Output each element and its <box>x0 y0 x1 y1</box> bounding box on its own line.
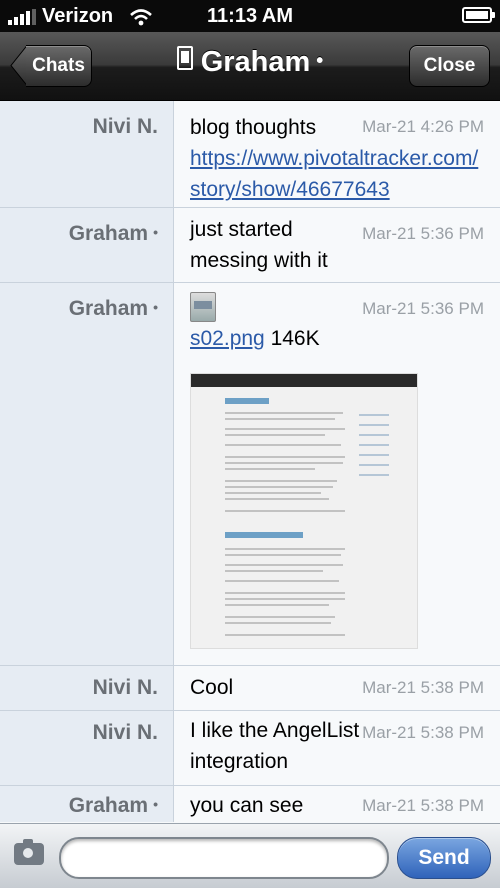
thumbnail-line <box>225 592 345 594</box>
message-row: Graham • Mar-21 5:36 PM just started mess… <box>0 208 500 283</box>
thumbnail-line <box>225 616 335 618</box>
message-time: Mar-21 5:38 PM <box>362 678 484 697</box>
attachment-line: s02.png 146K <box>190 323 490 354</box>
thumbnail-line <box>225 554 341 556</box>
presence-dot-icon: • <box>316 50 324 72</box>
message-time: Mar-21 4:26 PM <box>362 117 484 136</box>
thumbnail-line <box>225 580 339 582</box>
message-input[interactable] <box>59 837 389 879</box>
image-file-icon <box>190 292 216 322</box>
message-row: Nivi N. Mar-21 4:26 PM blog thoughts htt… <box>0 101 500 208</box>
thumbnail-line <box>225 492 321 494</box>
attachment-thumbnail[interactable] <box>190 373 418 649</box>
message-text: I like the AngelList integration <box>190 719 360 773</box>
send-button[interactable]: Send <box>397 837 491 879</box>
close-button[interactable]: Close <box>409 45 490 87</box>
message-time: Mar-21 5:36 PM <box>362 224 484 243</box>
thumbnail-heading <box>225 398 269 404</box>
presence-dot-icon: • <box>153 796 158 812</box>
battery-icon <box>462 7 495 23</box>
contact-name: Graham <box>200 46 311 78</box>
chat-transcript[interactable]: Nivi N. Mar-21 4:26 PM blog thoughts htt… <box>0 101 500 822</box>
message-row: Graham • Mar-21 5:36 PM s02.png 146K <box>0 283 500 666</box>
message-sender: Graham • <box>0 794 158 818</box>
compose-bar: Send <box>0 823 500 888</box>
thumbnail-heading <box>225 532 303 538</box>
thumbnail-line <box>225 428 345 430</box>
thumbnail-sidebar-line <box>359 444 389 446</box>
thumbnail-sidebar-line <box>359 454 389 456</box>
sender-name: Graham <box>68 222 149 245</box>
presence-dot-icon: • <box>153 224 158 240</box>
navigation-bar: Chats Graham • Close <box>0 32 500 101</box>
thumbnail-line <box>225 418 335 420</box>
thumbnail-line <box>225 510 345 512</box>
message-sender: Nivi N. <box>92 721 158 744</box>
thumbnail-line <box>225 412 343 414</box>
thumbnail-line <box>225 456 345 458</box>
thumbnail-line <box>225 434 325 436</box>
message-sender: Nivi N. <box>92 115 158 138</box>
thumbnail-line <box>225 634 345 636</box>
thumbnail-sidebar-line <box>359 464 389 466</box>
thumbnail-line <box>225 486 333 488</box>
thumbnail-sidebar-line <box>359 474 389 476</box>
message-text: just started messing with it <box>190 218 328 272</box>
thumbnail-sidebar-line <box>359 414 389 416</box>
message-sender: Graham • <box>0 297 158 321</box>
sender-name: Graham <box>68 794 149 817</box>
thumbnail-line <box>225 622 331 624</box>
thumbnail-line <box>225 570 323 572</box>
thumbnail-line <box>225 462 343 464</box>
message-time: Mar-21 5:38 PM <box>362 796 484 815</box>
thumbnail-header-bar <box>191 374 417 387</box>
message-text: blog thoughts https://www.pivotaltracker… <box>190 112 478 205</box>
thumbnail-line <box>225 548 345 550</box>
message-row: Nivi N. Mar-21 5:38 PM I like the AngelL… <box>0 711 500 786</box>
message-text: Cool <box>190 676 234 699</box>
attachment-link[interactable]: s02.png <box>190 327 265 350</box>
attachment-size: 146K <box>270 327 320 350</box>
thumbnail-sidebar-line <box>359 424 389 426</box>
message-link[interactable]: https://www.pivotaltracker.com/story/sho… <box>190 143 480 205</box>
message-body: blog thoughts <box>190 116 317 139</box>
thumbnail-line <box>225 598 345 600</box>
clock: 11:13 AM <box>207 5 293 27</box>
message-sender: Nivi N. <box>92 676 158 699</box>
thumbnail-line <box>225 444 341 446</box>
status-bar: Verizon 11:13 AM <box>0 0 500 32</box>
thumbnail-line <box>225 564 343 566</box>
battery-indicator <box>462 7 495 23</box>
phone-icon <box>176 46 193 70</box>
thumbnail-sidebar-line <box>359 434 389 436</box>
sender-name: Graham <box>68 297 149 320</box>
presence-dot-icon: • <box>153 299 158 315</box>
thumbnail-line <box>225 498 329 500</box>
camera-icon[interactable] <box>14 839 44 865</box>
thumbnail-line <box>225 468 315 470</box>
message-sender: Graham • <box>0 222 158 246</box>
message-text: you can see <box>190 794 304 817</box>
message-row: Graham • Mar-21 5:38 PM you can see <box>0 786 500 822</box>
thumbnail-line <box>225 480 337 482</box>
thumbnail-line <box>225 604 329 606</box>
message-time: Mar-21 5:36 PM <box>362 299 484 318</box>
message-row: Nivi N. Mar-21 5:38 PM Cool <box>0 666 500 711</box>
